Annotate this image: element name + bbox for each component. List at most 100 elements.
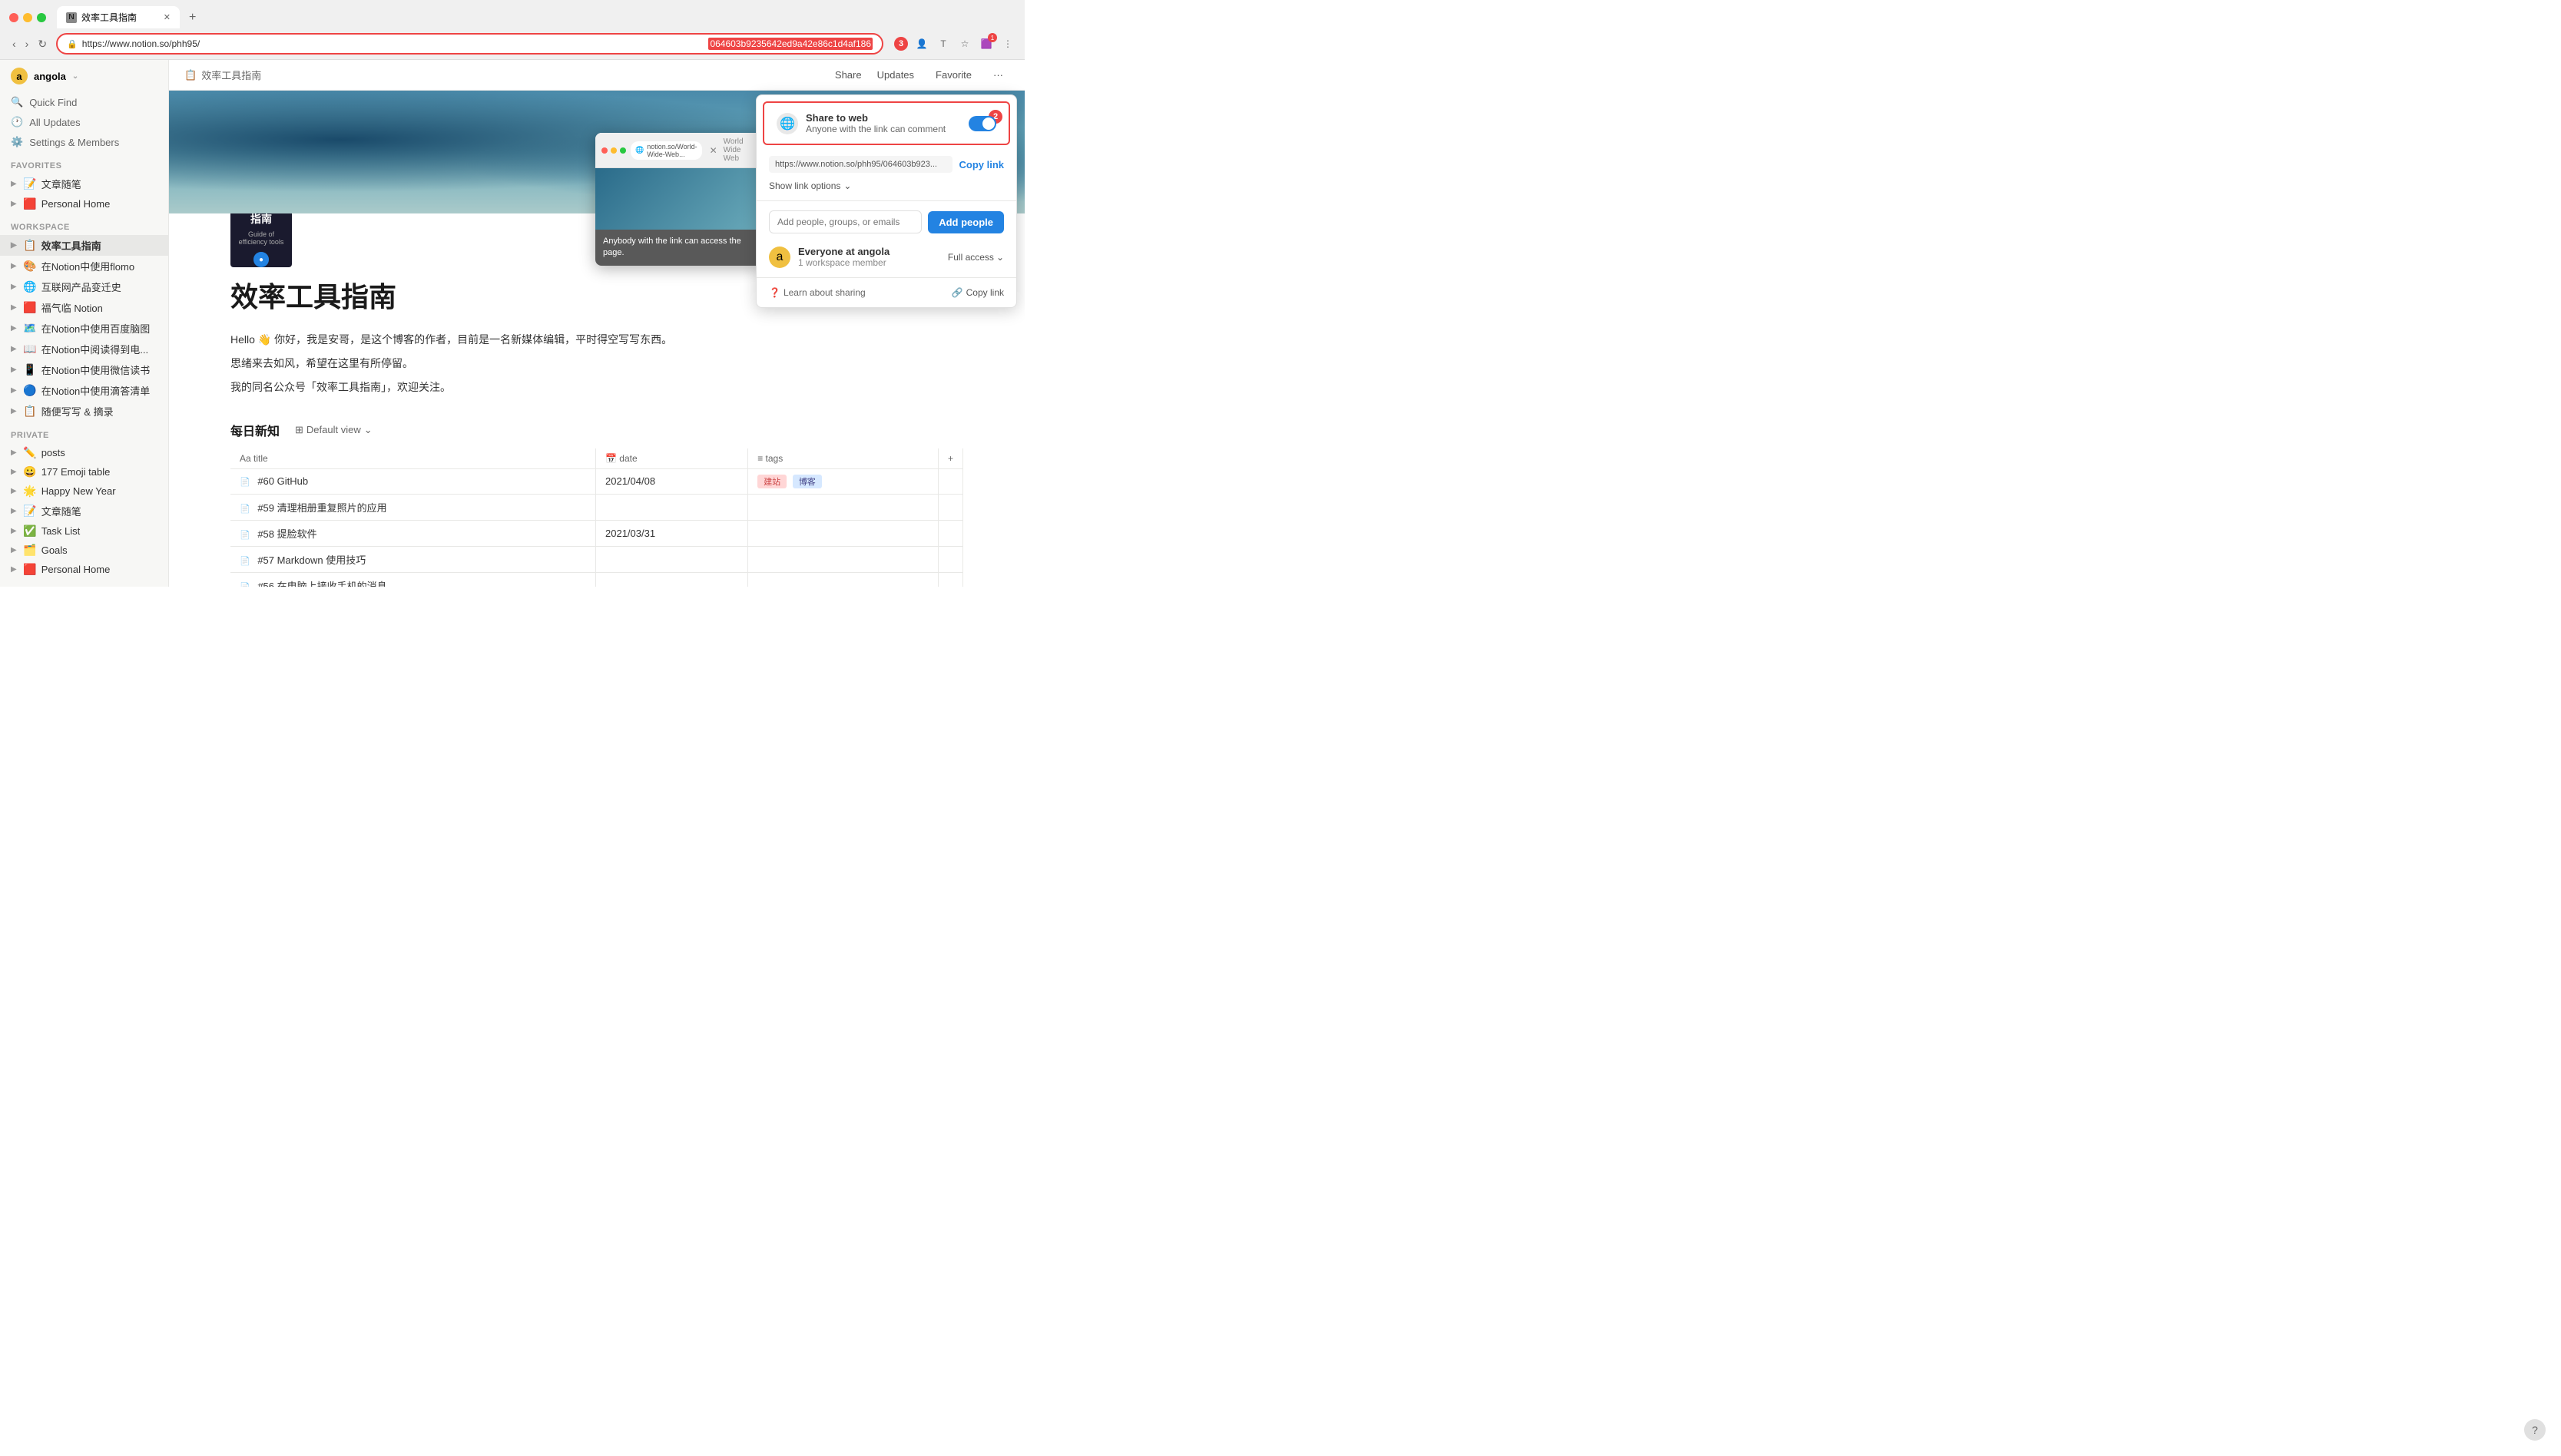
new-tab-button[interactable]: +	[183, 8, 202, 28]
sidebar-item-workspace-4[interactable]: ▶ 🗺️ 在Notion中使用百度脑图	[0, 318, 168, 339]
bookmark-icon[interactable]: ☆	[957, 36, 972, 51]
add-column-button[interactable]: +	[938, 448, 962, 469]
learn-about-sharing-link[interactable]: ❓ Learn about sharing	[769, 287, 866, 298]
sidebar-item-quick-find[interactable]: 🔍 Quick Find	[0, 92, 168, 112]
item-label: 在Notion中使用百度脑图	[41, 321, 151, 336]
chevron-right-icon: ▶	[11, 180, 17, 188]
cell-tags	[748, 572, 939, 587]
cell-title[interactable]: 📄 #57 Markdown 使用技巧	[230, 546, 596, 572]
icon-dot: ●	[253, 252, 269, 267]
browser-tab[interactable]: N 效率工具指南 ✕	[57, 6, 180, 28]
tab-close-icon[interactable]: ✕	[164, 12, 171, 22]
view-icon: ⊞	[295, 424, 303, 436]
sidebar-item-workspace-3[interactable]: ▶ 🟥 福气临 Notion	[0, 297, 168, 318]
add-people-input[interactable]	[769, 210, 922, 233]
updates-button[interactable]: Updates	[871, 66, 920, 84]
lock-icon: 🔒	[67, 39, 78, 49]
translate-icon[interactable]: T	[936, 36, 951, 51]
copy-link-button[interactable]: Copy link	[959, 159, 1004, 170]
tag-0: 建站	[757, 475, 787, 488]
chevron-right-icon: ▶	[11, 468, 17, 476]
url-bar[interactable]: 🔒 https://www.notion.so/phh95/064603b923…	[56, 33, 883, 55]
copy-link-footer-label: Copy link	[966, 287, 1004, 298]
chevron-down-icon: ⌄	[996, 252, 1004, 263]
tab-bar: N 效率工具指南 ✕ +	[0, 0, 1025, 28]
sidebar-item-private-3[interactable]: ▶ 📝 文章随笔	[0, 501, 168, 521]
cell-date	[596, 494, 748, 520]
more-icon[interactable]: ⋮	[1000, 36, 1015, 51]
copy-link-footer-button[interactable]: 🔗 Copy link	[952, 287, 1004, 298]
sidebar-item-workspace-5[interactable]: ▶ 📖 在Notion中阅读得到电...	[0, 339, 168, 359]
doc-icon: 📄	[240, 557, 250, 566]
sidebar-item-workspace-6[interactable]: ▶ 📱 在Notion中使用微信读书	[0, 359, 168, 380]
www-dots	[601, 147, 626, 154]
sidebar-item-workspace-1[interactable]: ▶ 🎨 在Notion中使用flomo	[0, 256, 168, 276]
show-link-options-link[interactable]: Show link options ⌄	[769, 180, 1004, 191]
item-icon: ✅	[23, 524, 37, 538]
help-button[interactable]: ?	[2524, 1419, 2546, 1441]
minimize-button[interactable]	[23, 13, 32, 22]
share-button[interactable]: Share	[835, 69, 862, 81]
favorite-button[interactable]: Favorite	[929, 66, 978, 84]
sidebar-item-workspace-7[interactable]: ▶ 🔵 在Notion中使用滴答清单	[0, 380, 168, 401]
sidebar-item-private-6[interactable]: ▶ 🟥 Personal Home	[0, 560, 168, 579]
table-row: 📄 #58 提脸软件 2021/03/31	[230, 520, 963, 546]
calendar-icon: 📅	[605, 453, 619, 464]
item-icon: 🌐	[23, 280, 37, 293]
database-table: Aa title 📅 date ≡ tags +	[230, 448, 963, 587]
breadcrumb-text: 效率工具指南	[201, 68, 261, 82]
chevron-right-icon: ▶	[11, 565, 17, 574]
tab-favicon: N	[66, 12, 77, 23]
sidebar-item-private-5[interactable]: ▶ 🗂️ Goals	[0, 541, 168, 560]
cell-extra	[938, 494, 962, 520]
row-title: #59 清理相册重复照片的应用	[257, 502, 386, 514]
sidebar-item-settings[interactable]: ⚙️ Settings & Members	[0, 132, 168, 152]
sidebar-item-workspace-0[interactable]: ▶ 📋 效率工具指南	[0, 235, 168, 256]
www-popup-content: Anybody with the link can access the pag…	[595, 168, 764, 266]
item-label: 在Notion中使用滴答清单	[41, 383, 151, 398]
database-title: 每日新知	[230, 421, 280, 439]
doc-icon: 📄	[240, 531, 250, 540]
sidebar-item-private-1[interactable]: ▶ 😀 177 Emoji table	[0, 462, 168, 481]
cell-tags: 建站 博客	[748, 468, 939, 494]
sidebar-item-private-4[interactable]: ▶ ✅ Task List	[0, 521, 168, 541]
share-toggle[interactable]	[969, 116, 996, 131]
sidebar: a angola ⌄ 🔍 Quick Find 🕐 All Updates ⚙️…	[0, 60, 169, 587]
sidebar-item-all-updates[interactable]: 🕐 All Updates	[0, 112, 168, 132]
chevron-right-icon: ▶	[11, 283, 17, 291]
item-label: Task List	[41, 525, 81, 537]
item-icon: 🟥	[23, 197, 37, 210]
member-access-dropdown[interactable]: Full access ⌄	[948, 252, 1004, 263]
close-button[interactable]	[9, 13, 18, 22]
sidebar-item-private-2[interactable]: ▶ 🌟 Happy New Year	[0, 481, 168, 501]
chevron-right-icon: ▶	[11, 241, 17, 250]
profile-icon[interactable]: 👤	[914, 36, 929, 51]
templates-item[interactable]: ⊞ Templates	[0, 579, 168, 587]
cell-title[interactable]: 📄 #58 提脸软件	[230, 520, 596, 546]
extension-icon[interactable]: 🟪	[979, 36, 994, 51]
col-title: Aa title	[230, 448, 596, 469]
view-selector[interactable]: ⊞ Default view ⌄	[289, 422, 379, 438]
www-close-icon[interactable]: ✕	[710, 145, 717, 156]
toolbar-icons: 👤 T ☆ 🟪 ⋮	[914, 36, 1015, 51]
sidebar-item-workspace-8[interactable]: ▶ 📋 随便写写 & 摘录	[0, 401, 168, 422]
forward-button[interactable]: ›	[22, 35, 32, 54]
member-name: Everyone at angola	[798, 246, 940, 257]
sidebar-item-private-0[interactable]: ▶ ✏️ posts	[0, 443, 168, 462]
chevron-down-icon: ⌄	[843, 180, 851, 191]
cell-title[interactable]: 📄 #60 GitHub	[230, 468, 596, 494]
maximize-button[interactable]	[37, 13, 46, 22]
more-button[interactable]: ···	[987, 66, 1009, 84]
sidebar-item-favorites-0[interactable]: ▶ 📝 文章随笔	[0, 174, 168, 194]
sidebar-item-workspace-2[interactable]: ▶ 🌐 互联网产品变迁史	[0, 276, 168, 297]
back-button[interactable]: ‹	[9, 35, 19, 54]
chevron-right-icon: ▶	[11, 366, 17, 374]
refresh-button[interactable]: ↻	[35, 35, 50, 54]
sidebar-item-favorites-1[interactable]: ▶ 🟥 Personal Home	[0, 194, 168, 213]
cell-title[interactable]: 📄 #56 在电脑上接收手机的消息	[230, 572, 596, 587]
nav-buttons: ‹ › ↻	[9, 35, 50, 54]
add-people-button[interactable]: Add people	[928, 211, 1004, 233]
window-controls	[9, 13, 46, 22]
user-menu[interactable]: a angola ⌄	[0, 60, 168, 92]
cell-title[interactable]: 📄 #59 清理相册重复照片的应用	[230, 494, 596, 520]
